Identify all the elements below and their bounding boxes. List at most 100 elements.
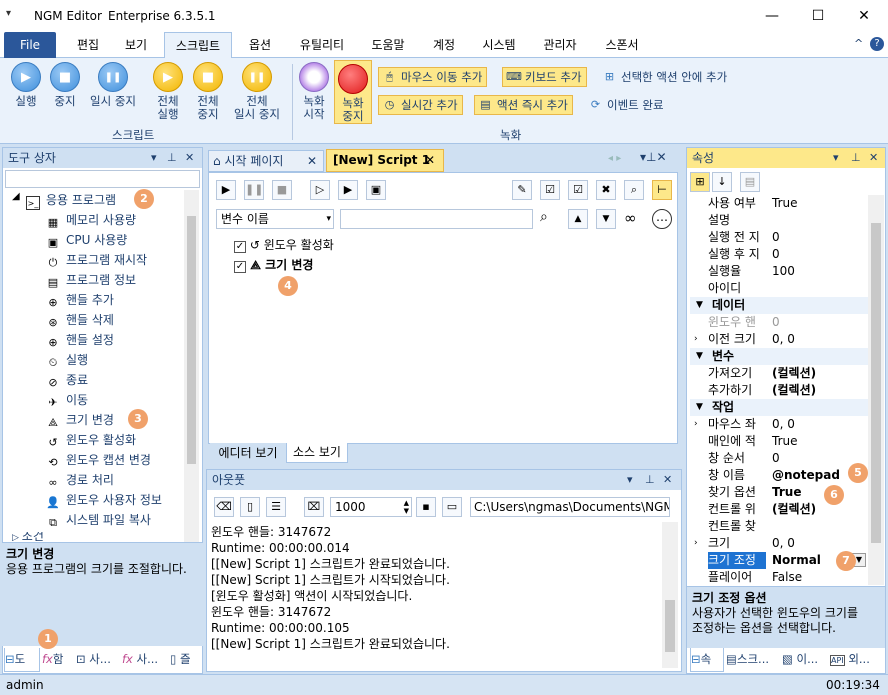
stop-script-icon[interactable]: ■ (272, 180, 292, 200)
clear-output-icon[interactable]: ⌫ (214, 497, 234, 517)
tree-item[interactable]: ⊘ 종료 (46, 370, 88, 390)
property-pages-icon[interactable]: ▤ (740, 172, 760, 192)
tree-item[interactable]: ▣ CPU 사용량 (46, 230, 128, 250)
find-icon[interactable]: ⌕ (624, 180, 644, 200)
infinity-icon[interactable]: ∞ (624, 209, 637, 227)
wrap-icon[interactable]: ☰ (266, 497, 286, 517)
dropdown-icon[interactable]: ▾ (627, 470, 633, 490)
tab-nav-arrows[interactable]: ◂ ▸ (608, 153, 621, 164)
stop-all-button[interactable]: ■ 전체 중지 (190, 62, 226, 121)
tree-view-icon[interactable]: ⊢ (652, 180, 672, 200)
prop-row[interactable]: › 이전 크기 0, 0 (690, 331, 868, 348)
expand-icon[interactable]: › (694, 416, 698, 433)
close-panel-icon[interactable]: ✕ (663, 470, 672, 490)
close-panel-icon[interactable]: ✕ (869, 148, 878, 168)
close-tab-icon[interactable]: ✕ (425, 150, 435, 171)
tree-item[interactable]: ⏻ 프로그램 재시작 (46, 250, 147, 270)
prop-category[interactable]: ▼ 데이터 (690, 297, 868, 314)
tab-file[interactable]: File (4, 32, 56, 58)
tree-item[interactable]: ⏲ 실행 (46, 350, 88, 370)
dropdown-icon[interactable]: ▾ (151, 148, 157, 168)
help-icon[interactable]: ? (870, 37, 884, 51)
step-over-icon[interactable]: ▣ (366, 180, 386, 200)
prop-row[interactable]: 추가하기 (컬렉션) (690, 382, 868, 399)
add-action-now-button[interactable]: ▤ 액션 즉시 추가 (474, 95, 573, 115)
tab-system[interactable]: 시스템 (474, 32, 524, 58)
tab-options[interactable]: 옵션 (238, 32, 282, 58)
checkbox-icon[interactable]: ✓ (234, 261, 246, 273)
pause-all-button[interactable]: ❚❚ 전체 일시 중지 (228, 62, 286, 121)
max-lines-spinner[interactable]: 1000 ▲ ▼ (330, 497, 412, 517)
prop-row[interactable]: 컨트롤 위 (컬렉션) (690, 501, 868, 518)
step-into-icon[interactable]: ▶ (338, 180, 358, 200)
run-all-button[interactable]: ▶ 전체 실행 (150, 62, 186, 121)
window-menu-icon[interactable]: ▾ (6, 8, 20, 22)
pin-icon[interactable]: ⊥ (167, 148, 177, 168)
prop-row[interactable]: 가져오기 (컬렉션) (690, 365, 868, 382)
output-scroll-thumb[interactable] (665, 600, 675, 652)
tab-edit[interactable]: 편집 (66, 32, 110, 58)
tab-account[interactable]: 계정 (424, 32, 464, 58)
tab-start-page[interactable]: ⌂ 시작 페이지 ✕ (208, 150, 324, 172)
action-row-selected[interactable]: ✓ ⟁ 크기 변경 (234, 257, 313, 273)
eraser-icon[interactable]: ⌧ (304, 497, 324, 517)
edit-icon[interactable]: ✎ (512, 180, 532, 200)
tab-view[interactable]: 보기 (114, 32, 158, 58)
run-button[interactable]: ▶ 실행 (6, 62, 46, 108)
tree-root-apps[interactable]: >_ 응용 프로그램 (26, 190, 116, 210)
check-icon[interactable]: ☑ (568, 180, 588, 200)
pause-script-icon[interactable]: ❚❚ (244, 180, 264, 200)
prop-row[interactable]: 실행율 100 (690, 263, 868, 280)
tree-item[interactable]: ▦ 메모리 사용량 (46, 210, 136, 230)
prop-row[interactable]: 실행 전 지0 (690, 229, 868, 246)
arrow-up-icon[interactable]: ▲ (568, 209, 588, 229)
prop-category[interactable]: ▼ 변수 (690, 348, 868, 365)
prop-row[interactable]: 매인에 적 True (690, 433, 868, 450)
prop-row[interactable]: 사용 여부 True (690, 195, 868, 212)
prop-row[interactable]: › 크기 0, 0 (690, 535, 868, 552)
delete-icon[interactable]: ✖ (596, 180, 616, 200)
properties-scrollbar[interactable] (868, 195, 884, 585)
prop-row[interactable]: 컨트롤 찾 (690, 518, 868, 535)
prop-row[interactable]: 윈도우 핸0 (690, 314, 868, 331)
prop-row[interactable]: 아이디 (690, 280, 868, 297)
tree-item[interactable]: ⟁ 크기 변경 (46, 410, 114, 430)
log-path-input[interactable]: C:\Users\ngmas\Documents\NGM6\ (470, 497, 670, 517)
save-icon[interactable]: ▪ (416, 497, 436, 517)
tree-item[interactable]: ↺ 윈도우 활성화 (46, 430, 136, 450)
variable-search-input[interactable] (340, 209, 533, 229)
tab-script-1[interactable]: [New] Script 1 ✕ (326, 149, 444, 172)
pin-icon[interactable]: ⊥ (645, 470, 655, 490)
collapse-ribbon-icon[interactable]: ^ (854, 37, 863, 50)
tab-user-functions[interactable]: fx 사... (122, 648, 166, 672)
spinner-arrows-icon[interactable]: ▲ ▼ (404, 499, 409, 515)
tree-item[interactable]: ⊛ 핸들 삭제 (46, 310, 114, 330)
tab-source-view[interactable]: 소스 보기 (286, 443, 348, 463)
tab-editor-view[interactable]: 에디터 보기 (210, 443, 286, 463)
tab-functions[interactable]: fx함 (42, 648, 72, 672)
record-start-button[interactable]: 녹화 시작 (296, 62, 332, 121)
tab-sponsor[interactable]: 스폰서 (596, 32, 648, 58)
prop-row[interactable]: › 마우스 좌 0, 0 (690, 416, 868, 433)
expand-icon[interactable]: › (694, 535, 698, 552)
tab-scripts[interactable]: ▤스크... (726, 648, 780, 672)
folder-icon[interactable]: ▭ (442, 497, 462, 517)
tab-utility[interactable]: 유틸리티 (290, 32, 354, 58)
action-row[interactable]: ✓ ↺ 윈도우 활성화 (234, 237, 334, 253)
prop-row[interactable]: 플레이어 False (690, 569, 868, 586)
sort-alpha-icon[interactable]: ↓ (712, 172, 732, 192)
toolbox-scroll-thumb[interactable] (187, 216, 196, 464)
tree-root-conditions[interactable]: ▷ 조건 (12, 532, 182, 542)
stop-button[interactable]: ■ 중지 (48, 62, 82, 108)
close-button[interactable]: ✕ (841, 0, 887, 32)
tab-images[interactable]: ▧ 이... (782, 648, 824, 672)
prop-row[interactable]: 실행 후 지0 (690, 246, 868, 263)
event-complete-button[interactable]: ⟳ 이벤트 완료 (584, 95, 669, 115)
categorized-icon[interactable]: ⊞ (690, 172, 710, 192)
tree-item[interactable]: 👤 윈도우 사용자 정보 (46, 490, 162, 510)
tree-item[interactable]: ⧉ 시스템 파일 복사 (46, 510, 151, 530)
tab-list-icon[interactable]: ▾⊥✕ (640, 150, 667, 164)
tree-item[interactable]: ∞ 경로 처리 (46, 470, 114, 490)
tree-item[interactable]: ▤ 프로그램 정보 (46, 270, 136, 290)
tab-user-actions[interactable]: ⊡ 사... (76, 648, 120, 672)
